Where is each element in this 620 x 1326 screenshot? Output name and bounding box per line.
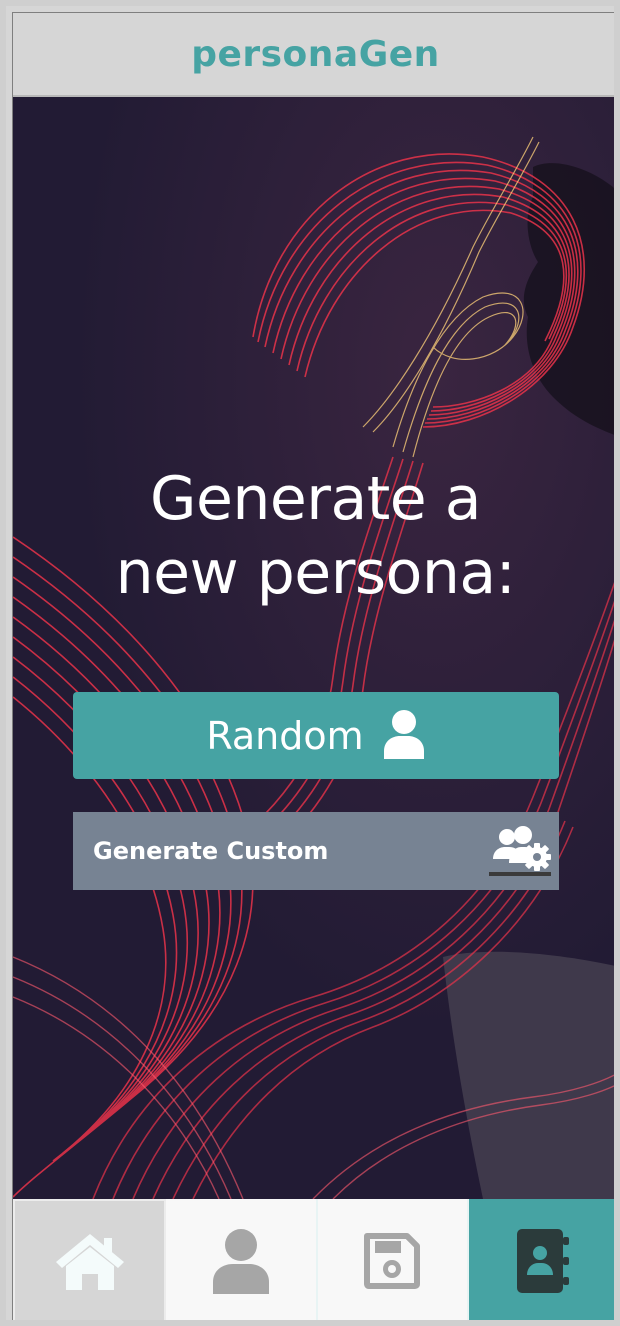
hero-section: Generate a new persona: Random Generate …	[13, 97, 614, 1199]
hero-headline-line-2: new persona:	[115, 538, 516, 608]
floppy-disk-icon	[363, 1232, 421, 1294]
home-icon	[52, 1230, 128, 1296]
app-viewport: personaGen Generate a new persona: Rando…	[12, 12, 614, 1320]
user-icon	[382, 709, 426, 763]
app-header: personaGen	[13, 13, 614, 97]
app-frame: personaGen Generate a new persona: Rando…	[0, 0, 620, 1326]
address-book-icon	[513, 1227, 573, 1299]
nav-home[interactable]	[13, 1199, 167, 1320]
nav-persona[interactable]	[166, 1199, 318, 1320]
hero-headline: Generate a new persona:	[13, 462, 614, 610]
nav-contacts[interactable]	[468, 1199, 614, 1320]
nav-saved[interactable]	[317, 1199, 469, 1320]
app-title: personaGen	[191, 33, 440, 75]
generate-custom-button-label: Generate Custom	[93, 837, 329, 865]
user-icon	[211, 1228, 271, 1298]
users-gear-icon	[489, 825, 553, 881]
hero-background-image	[13, 97, 614, 1199]
bottom-navbar	[13, 1199, 614, 1320]
generate-custom-button[interactable]: Generate Custom	[73, 812, 559, 890]
random-button[interactable]: Random	[73, 692, 559, 779]
random-button-label: Random	[206, 713, 364, 758]
hero-headline-line-1: Generate a	[149, 464, 482, 534]
